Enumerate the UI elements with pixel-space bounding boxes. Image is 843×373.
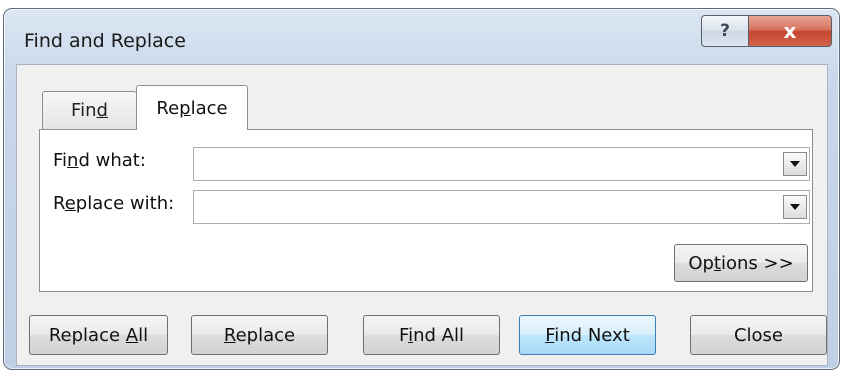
replace-with-combobox[interactable] [193, 190, 810, 224]
dialog-client-area: Find Replace Find what: Replace with: Op [16, 64, 828, 366]
chevron-down-icon [790, 161, 800, 167]
close-button[interactable]: Close [690, 315, 827, 355]
help-icon: ? [720, 21, 730, 41]
replace-with-input[interactable] [194, 191, 779, 223]
dialog-title: Find and Replace [24, 30, 186, 52]
chevron-down-icon [790, 204, 800, 210]
replace-button[interactable]: Replace [191, 315, 328, 355]
options-button[interactable]: Options >> [674, 244, 808, 282]
tab-find-label: Find [71, 100, 108, 121]
find-what-dropdown-button[interactable] [783, 152, 807, 176]
find-what-input[interactable] [194, 148, 779, 180]
find-all-button[interactable]: Find All [363, 315, 500, 355]
find-next-button[interactable]: Find Next [519, 315, 656, 355]
close-label: Close [733, 324, 784, 346]
find-all-label: Find All [399, 324, 464, 346]
replace-all-button[interactable]: Replace All [29, 315, 168, 355]
tab-replace[interactable]: Replace [136, 85, 248, 130]
replace-with-label: Replace with: [53, 193, 175, 214]
close-icon: x [783, 19, 797, 43]
find-replace-dialog: Find and Replace ? x Find Replace Find w… [3, 8, 840, 370]
find-what-label: Find what: [53, 150, 146, 171]
replace-with-dropdown-button[interactable] [783, 195, 807, 219]
replace-tab-panel: Find what: Replace with: Options >> [39, 129, 813, 292]
find-what-combobox[interactable] [193, 147, 810, 181]
tab-find[interactable]: Find [42, 91, 137, 129]
options-button-label: Options >> [688, 252, 794, 274]
tab-replace-label: Replace [156, 97, 228, 119]
find-next-label: Find Next [545, 324, 630, 346]
help-button[interactable]: ? [701, 15, 749, 47]
replace-label: Replace [223, 324, 296, 346]
title-close-button[interactable]: x [748, 15, 832, 47]
replace-all-label: Replace All [48, 324, 149, 346]
